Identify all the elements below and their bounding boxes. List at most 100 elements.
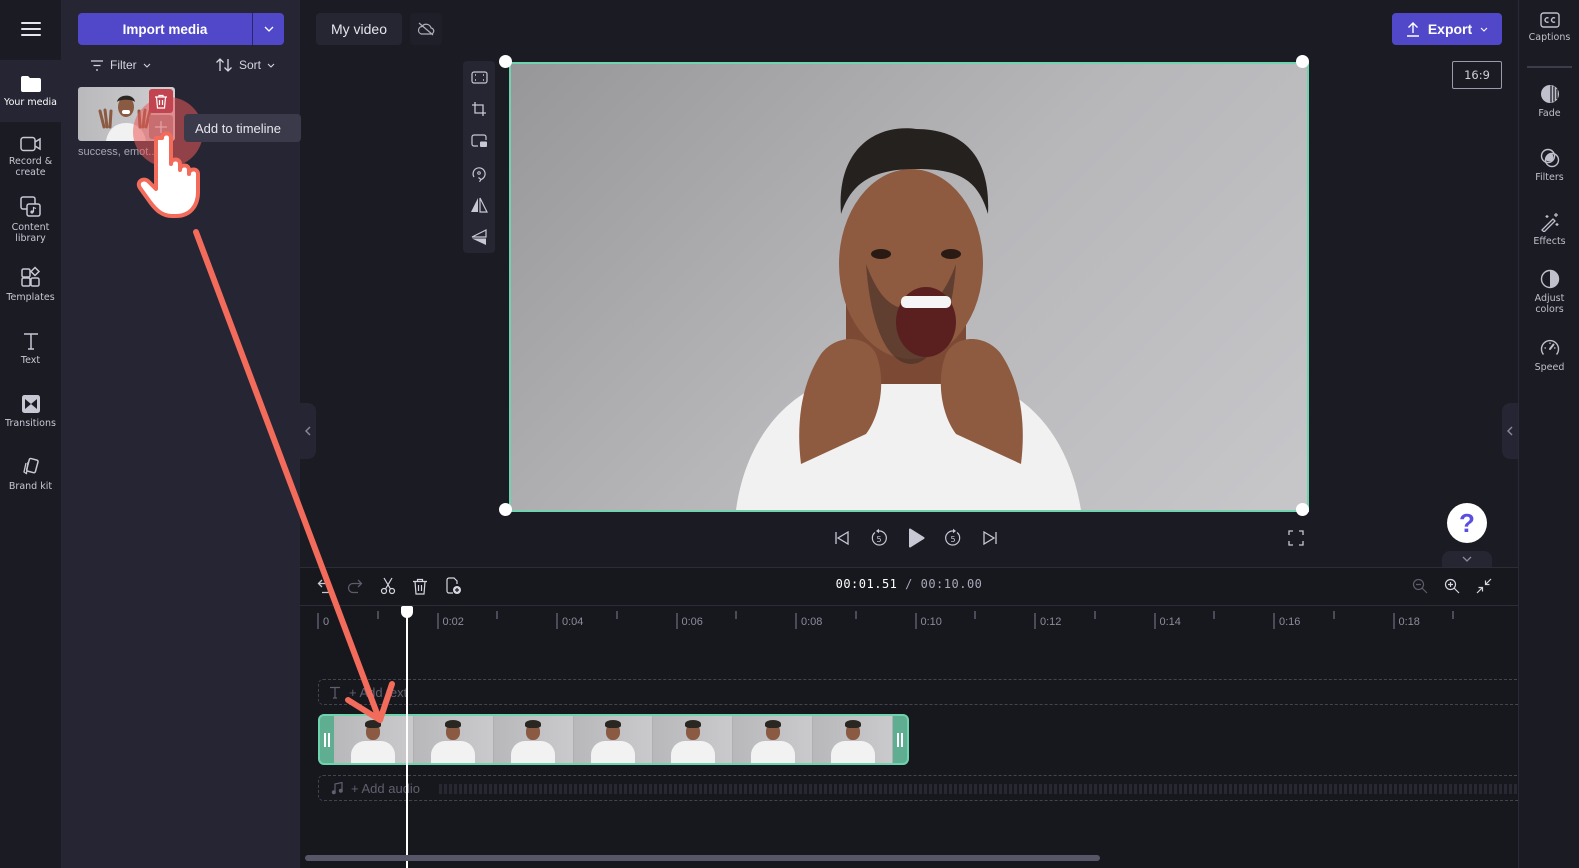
sort-icon [216,58,232,72]
rewind-button[interactable]: 5 [866,525,892,551]
zoom-out-button[interactable] [1407,573,1433,599]
import-options-dropdown[interactable] [252,13,284,45]
total-time: 00:10.00 [920,577,983,591]
add-text-track[interactable]: + Add text [318,679,1518,705]
nav-label: Record & create [8,156,53,178]
nav-label: Your media [4,96,57,108]
nav-templates[interactable]: Templates [0,258,61,310]
music-note-icon [331,781,343,794]
folder-icon [20,75,41,92]
collapse-media-panel-button[interactable] [300,403,316,459]
clip-frames [334,716,894,763]
video-frame-image [736,128,1081,510]
sort-button[interactable]: Sort [215,57,275,73]
ruler-minor-tick [1452,611,1455,619]
delete-media-button[interactable] [149,89,173,113]
nav-your-media[interactable]: Your media [0,60,61,122]
left-navigation: Your media Record & create Content libra… [0,0,61,868]
panel-label: Filters [1535,172,1564,183]
rotate-button[interactable] [463,157,495,189]
plus-icon [155,121,167,133]
flip-horizontal-button[interactable] [463,189,495,221]
cloud-sync-status[interactable] [410,13,442,45]
crop-icon [472,102,486,116]
timeline-horizontal-scrollbar[interactable] [305,855,1100,861]
help-button[interactable]: ? [1447,503,1487,543]
panel-label: Effects [1533,236,1566,247]
clip-frame-thumbnail [573,716,654,763]
fast-forward-button[interactable]: 5 [940,525,966,551]
clip-frame-thumbnail [813,716,894,763]
ruler-minor-tick [1332,611,1335,619]
skip-to-end-button[interactable] [977,525,1003,551]
cloud-off-icon [417,22,435,36]
panel-effects[interactable]: Effects [1519,212,1579,247]
resize-handle-top-right[interactable] [1296,55,1309,68]
ruler-major-tick [914,613,917,629]
nav-content-library[interactable]: Content library [0,190,61,250]
clip-frame-thumbnail [493,716,574,763]
collapse-properties-panel-button[interactable] [1502,403,1518,459]
video-preview[interactable] [509,62,1309,512]
resize-handle-bottom-right[interactable] [1296,503,1309,516]
sort-label: Sort [239,58,262,72]
add-to-timeline-button[interactable] [149,115,173,139]
ruler-major-tick [556,613,558,629]
chevron-down-icon [143,63,151,68]
flip-vertical-button[interactable] [463,221,495,253]
aspect-ratio-button[interactable]: 16:9 [1452,61,1502,89]
nav-label: Content library [11,222,50,244]
zoom-in-button[interactable] [1439,573,1465,599]
collapse-help-button[interactable] [1442,551,1492,567]
picture-in-picture-icon [470,134,487,147]
ruler-major-tick [1034,613,1036,629]
panel-fade[interactable]: Fade [1519,84,1579,119]
menu-button[interactable] [0,0,61,58]
trash-icon [155,94,167,109]
nav-transitions[interactable]: Transitions [0,385,61,437]
panel-filters[interactable]: Filters [1519,148,1579,183]
ruler-label: 0:12 [1040,616,1062,628]
ruler-label: 0:04 [562,616,584,628]
ruler-label: 0:16 [1279,616,1301,628]
filter-button[interactable]: Filter [90,57,151,73]
chevron-left-icon [305,426,311,436]
ruler-label: 0:08 [801,616,823,628]
add-audio-track[interactable]: + Add audio [318,775,1518,801]
add-to-timeline-tooltip: Add to timeline [184,114,301,142]
nav-label: Templates [6,291,55,303]
filter-icon [91,59,103,71]
timeline-ruler[interactable]: 0 0:02 0:04 0:06 0:08 0:10 0:12 0:14 0:16 0:18 [300,606,1518,636]
nav-brand-kit[interactable]: Brand kit [0,448,61,500]
playhead[interactable] [406,606,409,868]
fullscreen-button[interactable] [1283,525,1309,551]
nav-text[interactable]: Text [0,322,61,374]
panel-captions[interactable]: Captions [1519,12,1579,43]
skip-to-start-button[interactable] [829,525,855,551]
ruler-label: 0:14 [1159,616,1181,628]
play-button[interactable] [903,525,929,551]
panel-speed[interactable]: Speed [1519,338,1579,373]
resize-handle-top-left[interactable] [499,55,512,68]
clip-trim-handle-left[interactable] [320,716,334,763]
project-title[interactable]: My video [316,13,402,45]
ruler-label: 0:06 [681,616,703,628]
chevron-left-icon [1507,426,1513,436]
export-button[interactable]: Export [1392,13,1502,45]
resize-handle-bottom-left[interactable] [499,503,512,516]
crop-button[interactable] [463,93,495,125]
ruler-minor-tick [854,611,857,619]
panel-label: Fade [1538,108,1561,119]
clip-trim-handle-right[interactable] [893,716,907,763]
fit-button[interactable] [463,61,495,93]
import-media-button[interactable]: Import media [78,13,252,45]
zoom-out-icon [1412,578,1428,594]
ruler-label: 0 [323,616,330,628]
picture-in-picture-button[interactable] [463,125,495,157]
add-text-label: + Add text [349,684,408,700]
current-time: 00:01.51 [835,577,898,591]
panel-adjust-colors[interactable]: Adjust colors [1519,269,1579,315]
fit-timeline-button[interactable] [1471,573,1497,599]
nav-record-create[interactable]: Record & create [0,127,61,187]
ruler-minor-tick [1213,611,1216,619]
